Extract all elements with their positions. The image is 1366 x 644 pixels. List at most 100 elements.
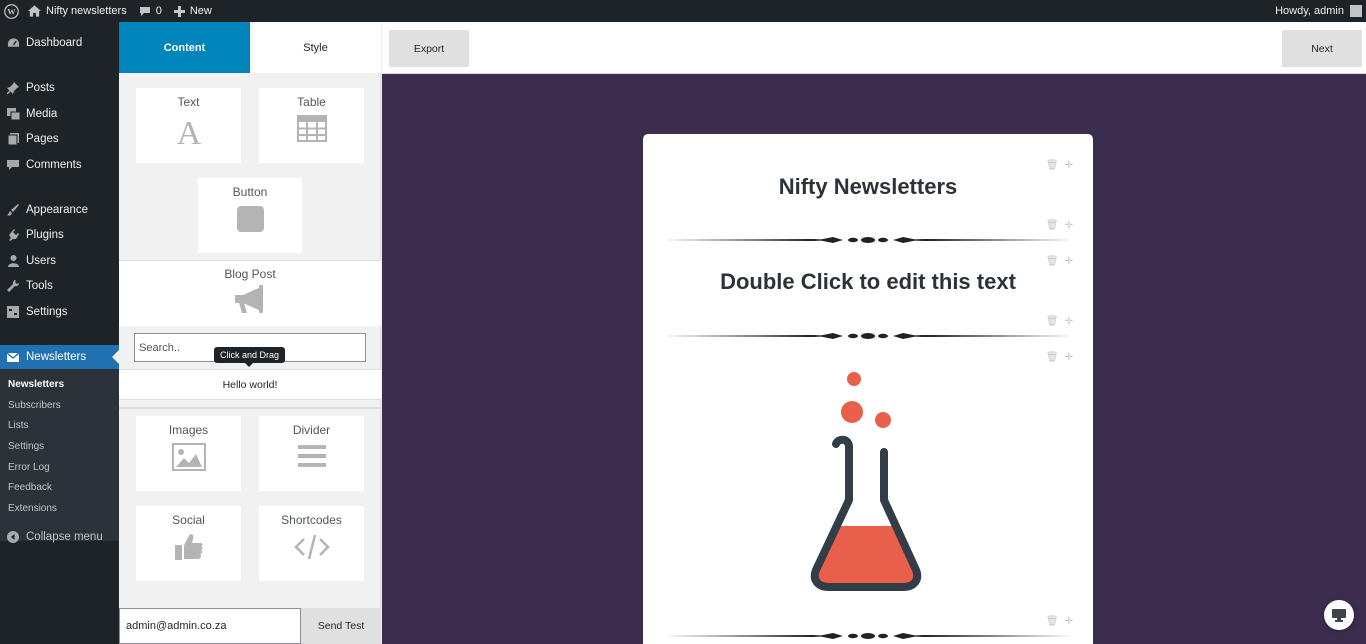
- row-tools: 🗑 ✛: [1046, 352, 1073, 363]
- sidebar-item-label: Settings: [26, 306, 68, 318]
- divider-line: [119, 407, 381, 409]
- sidebar-item-tools[interactable]: Tools: [0, 274, 119, 298]
- newsletter-preview: 🗑 ✛ Nifty Newsletters 🗑 ✛ 🗑 ✛ Double Click …: [643, 134, 1093, 644]
- comment-icon: [139, 6, 150, 16]
- block-label: Table: [297, 95, 326, 109]
- envelope-icon: [0, 352, 26, 362]
- sidebar-item-dashboard[interactable]: Dashboard: [0, 31, 119, 55]
- submenu-item-error-log[interactable]: Error Log: [8, 462, 50, 473]
- send-test-button[interactable]: Send Test: [301, 608, 381, 644]
- tab-style[interactable]: Style: [250, 22, 381, 73]
- media-icon: [0, 108, 26, 120]
- submenu-item-newsletters[interactable]: Newsletters: [8, 379, 64, 390]
- ornamental-divider[interactable]: [663, 236, 1073, 244]
- comments-count: 0: [155, 5, 162, 17]
- my-account-link[interactable]: Howdy, admin: [1269, 0, 1344, 22]
- flask-image[interactable]: [798, 366, 938, 592]
- wordpress-logo-icon[interactable]: W: [0, 0, 22, 22]
- newsletter-title[interactable]: Nifty Newsletters: [643, 174, 1093, 200]
- post-list-item[interactable]: Hello world!: [119, 369, 381, 400]
- table-block[interactable]: Table: [259, 88, 364, 163]
- sidebar-item-plugins[interactable]: Plugins: [0, 223, 119, 247]
- code-icon: [293, 534, 330, 560]
- submenu-item-lists[interactable]: Lists: [8, 420, 29, 431]
- avatar[interactable]: [1350, 5, 1362, 17]
- submenu-item-feedback[interactable]: Feedback: [8, 482, 52, 493]
- sidebar-item-label: Tools: [26, 280, 53, 292]
- blog-post-block[interactable]: Blog Post: [119, 260, 381, 326]
- svg-text:A: A: [176, 115, 201, 147]
- editor-canvas: 🗑 ✛ Nifty Newsletters 🗑 ✛ 🗑 ✛ Double Click …: [382, 74, 1366, 644]
- trash-icon[interactable]: 🗑: [1046, 352, 1059, 363]
- move-icon[interactable]: ✛: [1065, 160, 1073, 171]
- sidebar-item-appearance[interactable]: Appearance: [0, 198, 119, 222]
- trash-icon[interactable]: 🗑: [1046, 616, 1059, 627]
- collapse-label: Collapse menu: [26, 531, 103, 543]
- wrench-icon: [0, 280, 26, 292]
- comments-link[interactable]: 0: [133, 0, 168, 22]
- sidebar-item-posts[interactable]: Posts: [0, 76, 119, 100]
- trash-icon[interactable]: 🗑: [1046, 160, 1059, 171]
- sidebar-item-label: Dashboard: [26, 37, 83, 49]
- trash-icon[interactable]: 🗑: [1046, 316, 1059, 327]
- block-label: Divider: [292, 423, 331, 437]
- sidebar-item-newsletters[interactable]: Newsletters: [0, 345, 119, 369]
- button-icon: [236, 206, 264, 232]
- newsletters-submenu: Newsletters Subscribers Lists Settings E…: [0, 369, 119, 541]
- block-label: Images: [168, 423, 209, 437]
- next-button[interactable]: Next: [1282, 30, 1362, 67]
- sidebar-item-label: Appearance: [26, 204, 89, 216]
- block-label: Shortcodes: [281, 513, 342, 527]
- preview-device-button[interactable]: [1324, 600, 1354, 630]
- trash-icon[interactable]: 🗑: [1046, 220, 1059, 231]
- new-content-link[interactable]: New: [168, 0, 218, 22]
- row-tools: 🗑 ✛: [1046, 160, 1073, 171]
- move-icon[interactable]: ✛: [1065, 220, 1073, 231]
- settings-icon: [0, 306, 26, 318]
- sidebar-item-comments[interactable]: Comments: [0, 153, 119, 177]
- submenu-item-extensions[interactable]: Extensions: [8, 503, 57, 514]
- trash-icon[interactable]: 🗑: [1046, 256, 1059, 267]
- table-icon: [296, 115, 327, 142]
- site-name: Nifty newsletters: [46, 5, 127, 17]
- howdy-text: Howdy, admin: [1275, 5, 1344, 17]
- block-label: Blog Post: [224, 267, 276, 281]
- test-email-field[interactable]: [119, 608, 301, 644]
- text-block[interactable]: Text A: [136, 88, 241, 163]
- move-icon[interactable]: ✛: [1065, 256, 1073, 267]
- submenu-item-subscribers[interactable]: Subscribers: [8, 400, 61, 411]
- ornamental-divider[interactable]: [663, 632, 1073, 640]
- sidebar-item-label: Posts: [26, 82, 55, 94]
- social-block[interactable]: Social: [136, 506, 241, 581]
- button-block[interactable]: Button: [198, 178, 302, 253]
- shortcodes-block[interactable]: Shortcodes: [259, 506, 364, 581]
- row-tools: 🗑 ✛: [1046, 616, 1073, 627]
- svg-text:W: W: [7, 7, 16, 16]
- collapse-menu-button[interactable]: Collapse menu: [0, 525, 119, 549]
- sidebar-item-settings[interactable]: Settings: [0, 300, 119, 324]
- admin-sidebar: Dashboard Posts Media Pages Comments App…: [0, 22, 119, 644]
- monitor-icon: [1332, 608, 1346, 622]
- block-label: Text: [177, 95, 200, 109]
- divider-block[interactable]: Divider: [259, 416, 364, 491]
- sidebar-item-label: Newsletters: [26, 351, 87, 363]
- move-icon[interactable]: ✛: [1065, 316, 1073, 327]
- sidebar-item-pages[interactable]: Pages: [0, 127, 119, 151]
- move-icon[interactable]: ✛: [1065, 352, 1073, 363]
- export-button[interactable]: Export: [389, 30, 469, 67]
- images-block[interactable]: Images: [136, 416, 241, 491]
- image-icon: [171, 443, 206, 471]
- row-tools: 🗑 ✛: [1046, 316, 1073, 327]
- newsletter-text[interactable]: Double Click to edit this text: [643, 269, 1093, 295]
- block-label: Button: [232, 185, 268, 199]
- site-name-link[interactable]: Nifty newsletters: [22, 0, 133, 22]
- submenu-item-settings[interactable]: Settings: [8, 441, 44, 452]
- sidebar-item-media[interactable]: Media: [0, 102, 119, 126]
- sidebar-item-label: Users: [26, 255, 57, 267]
- block-label: Social: [172, 513, 205, 527]
- tab-content[interactable]: Content: [119, 22, 250, 73]
- move-icon[interactable]: ✛: [1065, 616, 1073, 627]
- plus-icon: [173, 5, 185, 17]
- ornamental-divider[interactable]: [663, 332, 1073, 340]
- sidebar-item-users[interactable]: Users: [0, 249, 119, 273]
